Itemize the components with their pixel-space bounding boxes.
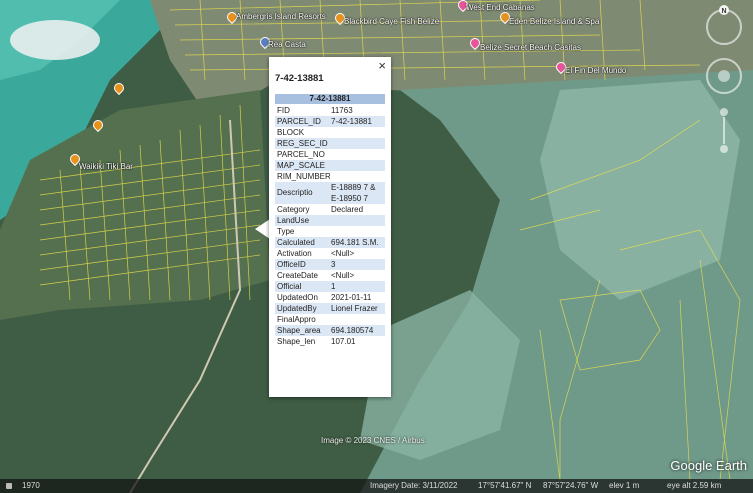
attribute-row: FID 11763 <box>275 105 385 116</box>
attribute-key: CreateDate <box>277 271 318 280</box>
attribute-value <box>330 127 385 138</box>
attribute-value <box>330 138 385 149</box>
attribute-row: Shape_len 107.01 <box>275 336 385 347</box>
latitude: 17°57'41.67" N <box>478 481 532 490</box>
attribute-key: PARCEL_ID <box>277 117 321 126</box>
attribute-row: Official 1 <box>275 281 385 292</box>
attribute-row: REG_SEC_ID <box>275 138 385 149</box>
attribute-value <box>330 171 385 182</box>
google-earth-logo: Google Earth <box>670 458 747 473</box>
compass-ring <box>706 9 742 45</box>
popup-title: 7-42-13881 <box>275 73 324 84</box>
attribute-value <box>330 215 385 226</box>
attribute-value: <Null> <box>331 249 355 258</box>
close-icon[interactable]: × <box>378 58 386 73</box>
attribute-row: Descriptio E-18889 7 & E-18950 7 <box>275 182 385 204</box>
attribute-key: Shape_len <box>277 337 316 346</box>
attribute-row: Shape_area 694.180574 <box>275 325 385 336</box>
attribute-value: 7-42-13881 <box>331 117 372 126</box>
attribute-key: FID <box>277 106 290 115</box>
attribute-value: E-18889 7 & E-18950 7 <box>331 183 376 203</box>
place-label[interactable]: Eden Belize Island & Spa <box>509 17 599 26</box>
attribute-row: FinalAppro <box>275 314 385 325</box>
place-label[interactable]: West End Cabanas <box>466 3 535 12</box>
attribute-key: UpdatedOn <box>277 293 318 302</box>
longitude: 87°57'24.76" W <box>543 481 599 490</box>
attribute-key: RIM_NUMBER <box>277 172 330 181</box>
attribute-row: UpdatedOn 2021-01-11 <box>275 292 385 303</box>
attribute-value: 694.180574 <box>331 326 374 335</box>
imagery-copyright: Image © 2023 CNES / Airbus <box>321 436 425 445</box>
attribute-row: Category Declared <box>275 204 385 215</box>
attribute-row: PARCEL_ID 7-42-13881 <box>275 116 385 127</box>
attribute-key: REG_SEC_ID <box>277 139 328 148</box>
attribute-row: Activation <Null> <box>275 248 385 259</box>
attribute-value: 694.181 S.M. <box>331 238 379 247</box>
table-header: 7-42-13881 <box>275 94 385 104</box>
attribute-table: 7-42-13881 FID 11763 PARCEL_ID 7-42-13881 BL… <box>275 94 385 347</box>
attribute-row: BLOCK <box>275 127 385 138</box>
popup-pointer <box>255 219 270 239</box>
attribute-key: LandUse <box>277 216 310 225</box>
place-label[interactable]: Waikiki Tiki Bar <box>79 162 133 171</box>
attribute-key: Type <box>277 227 295 236</box>
attribute-row: CreateDate <Null> <box>275 270 385 281</box>
place-label[interactable]: Blackbird Caye Fish Belize <box>344 17 439 26</box>
attribute-row: Calculated 694.181 S.M. <box>275 237 385 248</box>
place-label[interactable]: El Fin Del Mundo <box>565 66 626 75</box>
attribute-value <box>330 149 385 160</box>
eye-altitude: eye alt 2.59 km <box>667 481 722 490</box>
attribute-key: Calculated <box>277 238 315 247</box>
attribute-row: MAP_SCALE <box>275 160 385 171</box>
attribute-value: 11763 <box>331 106 353 115</box>
attribute-key: Descriptio <box>277 188 313 197</box>
attribute-row: Type <box>275 226 385 237</box>
attribute-value <box>330 160 385 171</box>
attribute-value: Lionel Frazer <box>331 304 378 313</box>
attribute-value: 3 <box>331 260 336 269</box>
attribute-value: 1 <box>331 282 336 291</box>
parcel-info-popup: × 7-42-13881 7-42-13881 FID 11763 PARCEL_I… <box>269 57 391 397</box>
attribute-key: Official <box>277 282 302 291</box>
attribute-key: Shape_area <box>277 326 321 335</box>
elevation: elev 1 m <box>609 481 640 490</box>
attribute-value <box>330 226 385 237</box>
attribute-row: OfficeID 3 <box>275 259 385 270</box>
place-label[interactable]: Ambergris Island Resorts <box>236 12 326 21</box>
attribute-key: UpdatedBy <box>277 304 317 313</box>
attribute-key: OfficeID <box>277 260 306 269</box>
timeline-icon[interactable] <box>6 483 12 489</box>
attribute-row: PARCEL_NO <box>275 149 385 160</box>
zoom-out-icon <box>720 145 728 153</box>
cloud <box>10 20 100 60</box>
timeline-year[interactable]: 1970 <box>22 479 40 493</box>
imagery-date: Imagery Date: 3/11/2022 <box>370 481 458 490</box>
attribute-row: UpdatedBy Lionel Frazer <box>275 303 385 314</box>
north-label: N <box>721 8 726 15</box>
attribute-key: Category <box>277 205 310 214</box>
place-label[interactable]: Rea Casta <box>268 40 306 49</box>
attribute-value: Declared <box>331 205 364 214</box>
attribute-key: BLOCK <box>277 128 305 137</box>
zoom-in-icon <box>720 108 728 116</box>
status-bar: 1970 Imagery Date: 3/11/2022 17°57'41.67… <box>0 479 753 493</box>
attribute-value: 107.01 <box>331 337 356 346</box>
navigation-controls[interactable]: N <box>701 4 747 154</box>
attribute-row: RIM_NUMBER <box>275 171 385 182</box>
attribute-key: FinalAppro <box>277 315 316 324</box>
attribute-key: MAP_SCALE <box>277 161 326 170</box>
attribute-key: PARCEL_NO <box>277 150 325 159</box>
attribute-row: LandUse <box>275 215 385 226</box>
attribute-value: <Null> <box>331 271 355 280</box>
place-label[interactable]: Belize Secret Beach Casitas <box>480 43 581 52</box>
attribute-key: Activation <box>277 249 312 258</box>
attribute-value: 2021-01-11 <box>331 293 372 302</box>
attribute-value <box>330 314 385 325</box>
